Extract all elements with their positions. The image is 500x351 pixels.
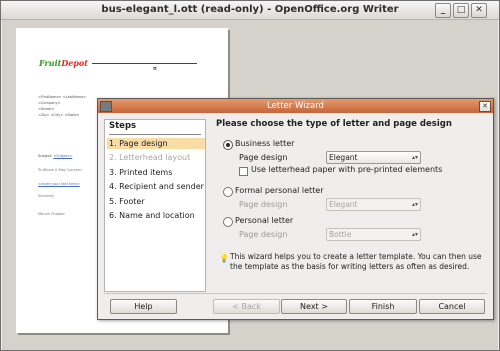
formal-page-design-select: Elegant ▴▾ (326, 198, 421, 211)
signature: Marvin Chapter (38, 212, 65, 216)
step-footer[interactable]: 5. Footer (107, 196, 205, 207)
header-mark: ¤ (153, 65, 157, 72)
personal-letter-label[interactable]: Personal letter (235, 216, 293, 225)
finish-button[interactable]: Finish (349, 299, 417, 314)
personal-letter-radio[interactable] (223, 217, 233, 227)
back-button: < Back (213, 299, 280, 314)
subject-line: Subject: <Subject> (38, 154, 73, 158)
steps-divider (109, 134, 201, 135)
document-canvas: FruitDepot ¤ <FirstName> <LastName> <Com… (2, 20, 498, 350)
close-button[interactable]: ✕ (471, 3, 487, 18)
cancel-button[interactable]: Cancel (419, 299, 485, 314)
button-divider (104, 293, 487, 294)
step-printed-items[interactable]: 3. Printed items (107, 167, 205, 178)
window-title: bus-elegant_l.ott (read-only) - OpenOffi… (101, 4, 399, 15)
formal-letter-radio[interactable] (223, 187, 233, 197)
business-page-design-label: Page design (239, 153, 288, 162)
maximize-button[interactable]: □ (453, 3, 469, 18)
step-name-location[interactable]: 6. Name and location (107, 210, 205, 221)
next-button[interactable]: Next > (281, 299, 347, 314)
formal-letter-label[interactable]: Formal personal letter (235, 186, 324, 195)
help-button[interactable]: Help (110, 299, 177, 314)
company-logo: FruitDepot (39, 58, 88, 68)
writer-window: bus-elegant_l.ott (read-only) - OpenOffi… (0, 0, 500, 351)
salutation: To Whom it May Concern: (38, 168, 83, 172)
minimize-button[interactable]: _ (435, 3, 451, 18)
select-arrow-icon: ▴▾ (411, 231, 418, 238)
select-arrow-icon: ▴▾ (411, 201, 418, 208)
dialog-titlebar[interactable]: Letter Wizard ✕ (98, 99, 493, 113)
closing: Sincerely (38, 194, 55, 198)
letterhead-checkbox-label[interactable]: Use letterhead paper with pre-printed el… (251, 165, 442, 174)
lightbulb-icon: 💡 (219, 254, 229, 263)
letterhead-checkbox[interactable] (239, 167, 248, 176)
formal-page-design-label: Page design (239, 200, 288, 209)
personal-page-design-select: Bottle ▴▾ (326, 228, 421, 241)
select-arrow-icon: ▴▾ (411, 154, 418, 161)
window-titlebar[interactable]: bus-elegant_l.ott (read-only) - OpenOffi… (1, 1, 499, 20)
body-placeholder: <Insert your text here> (38, 182, 80, 186)
dialog-title: Letter Wizard (267, 101, 324, 111)
step-recipient-sender[interactable]: 4. Recipient and sender (107, 181, 205, 192)
steps-panel: Steps 1. Page design 2. Letterhead layou… (104, 119, 206, 292)
business-letter-label[interactable]: Business letter (235, 139, 294, 148)
business-letter-radio[interactable] (223, 140, 233, 150)
recipient-address: <FirstName> <LastName> <Company> <Street… (38, 95, 87, 117)
header-rule (92, 63, 197, 64)
steps-title: Steps (109, 121, 137, 131)
dialog-close-icon[interactable]: ✕ (479, 101, 491, 112)
step-page-design[interactable]: 1. Page design (107, 138, 205, 149)
personal-page-design-label: Page design (239, 230, 288, 239)
page-heading: Please choose the type of letter and pag… (216, 119, 452, 129)
info-text: This wizard helps you to create a letter… (230, 252, 482, 271)
business-page-design-select[interactable]: Elegant ▴▾ (326, 151, 421, 164)
letter-wizard-dialog: Letter Wizard ✕ Steps 1. Page design 2. … (97, 98, 494, 320)
app-icon (100, 101, 112, 112)
step-letterhead-layout: 2. Letterhead layout (109, 153, 191, 162)
